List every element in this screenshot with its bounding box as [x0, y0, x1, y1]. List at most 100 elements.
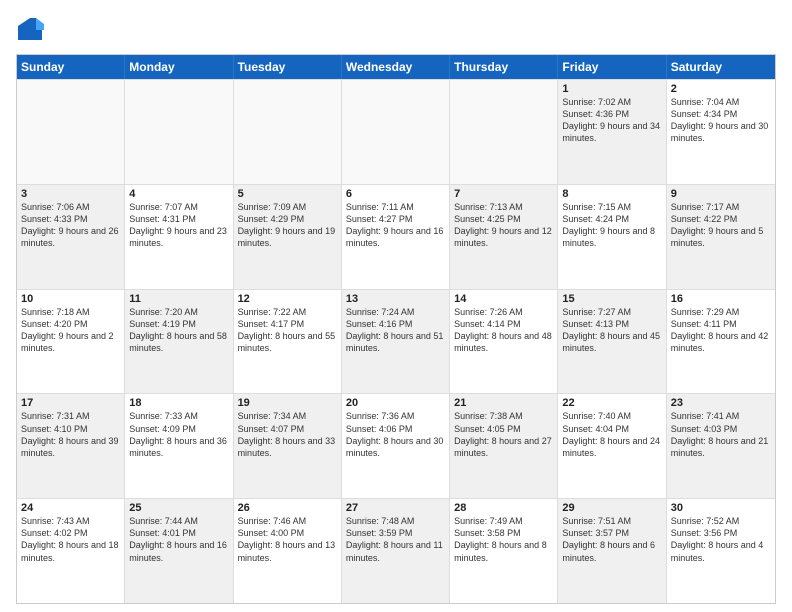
- day-number: 15: [562, 293, 661, 305]
- day-number: 28: [454, 502, 553, 514]
- cal-cell-day-21: 21Sunrise: 7:38 AM Sunset: 4:05 PM Dayli…: [450, 394, 558, 498]
- day-number: 23: [671, 397, 771, 409]
- cal-header-thursday: Thursday: [450, 55, 558, 79]
- cell-daylight-info: Sunrise: 7:17 AM Sunset: 4:22 PM Dayligh…: [671, 201, 771, 250]
- cal-cell-day-18: 18Sunrise: 7:33 AM Sunset: 4:09 PM Dayli…: [125, 394, 233, 498]
- cal-cell-day-6: 6Sunrise: 7:11 AM Sunset: 4:27 PM Daylig…: [342, 185, 450, 289]
- cell-daylight-info: Sunrise: 7:06 AM Sunset: 4:33 PM Dayligh…: [21, 201, 120, 250]
- day-number: 17: [21, 397, 120, 409]
- day-number: 20: [346, 397, 445, 409]
- cal-header-sunday: Sunday: [17, 55, 125, 79]
- cal-row-4: 24Sunrise: 7:43 AM Sunset: 4:02 PM Dayli…: [17, 498, 775, 603]
- cal-cell-day-9: 9Sunrise: 7:17 AM Sunset: 4:22 PM Daylig…: [667, 185, 775, 289]
- day-number: 11: [129, 293, 228, 305]
- cell-daylight-info: Sunrise: 7:26 AM Sunset: 4:14 PM Dayligh…: [454, 306, 553, 355]
- day-number: 16: [671, 293, 771, 305]
- cal-cell-day-15: 15Sunrise: 7:27 AM Sunset: 4:13 PM Dayli…: [558, 290, 666, 394]
- cal-cell-empty-0-1: [125, 80, 233, 184]
- cell-daylight-info: Sunrise: 7:11 AM Sunset: 4:27 PM Dayligh…: [346, 201, 445, 250]
- day-number: 3: [21, 188, 120, 200]
- logo: [16, 16, 48, 44]
- cal-cell-day-5: 5Sunrise: 7:09 AM Sunset: 4:29 PM Daylig…: [234, 185, 342, 289]
- cal-row-2: 10Sunrise: 7:18 AM Sunset: 4:20 PM Dayli…: [17, 289, 775, 394]
- cal-cell-day-12: 12Sunrise: 7:22 AM Sunset: 4:17 PM Dayli…: [234, 290, 342, 394]
- cal-cell-day-8: 8Sunrise: 7:15 AM Sunset: 4:24 PM Daylig…: [558, 185, 666, 289]
- cal-cell-day-22: 22Sunrise: 7:40 AM Sunset: 4:04 PM Dayli…: [558, 394, 666, 498]
- day-number: 14: [454, 293, 553, 305]
- cal-cell-day-30: 30Sunrise: 7:52 AM Sunset: 3:56 PM Dayli…: [667, 499, 775, 603]
- cell-daylight-info: Sunrise: 7:43 AM Sunset: 4:02 PM Dayligh…: [21, 515, 120, 564]
- cal-cell-day-10: 10Sunrise: 7:18 AM Sunset: 4:20 PM Dayli…: [17, 290, 125, 394]
- day-number: 18: [129, 397, 228, 409]
- cell-daylight-info: Sunrise: 7:51 AM Sunset: 3:57 PM Dayligh…: [562, 515, 661, 564]
- cal-cell-day-13: 13Sunrise: 7:24 AM Sunset: 4:16 PM Dayli…: [342, 290, 450, 394]
- cal-cell-day-4: 4Sunrise: 7:07 AM Sunset: 4:31 PM Daylig…: [125, 185, 233, 289]
- day-number: 2: [671, 83, 771, 95]
- day-number: 21: [454, 397, 553, 409]
- calendar-body: 1Sunrise: 7:02 AM Sunset: 4:36 PM Daylig…: [17, 79, 775, 603]
- cal-cell-day-1: 1Sunrise: 7:02 AM Sunset: 4:36 PM Daylig…: [558, 80, 666, 184]
- cell-daylight-info: Sunrise: 7:48 AM Sunset: 3:59 PM Dayligh…: [346, 515, 445, 564]
- cell-daylight-info: Sunrise: 7:15 AM Sunset: 4:24 PM Dayligh…: [562, 201, 661, 250]
- cell-daylight-info: Sunrise: 7:44 AM Sunset: 4:01 PM Dayligh…: [129, 515, 228, 564]
- cell-daylight-info: Sunrise: 7:29 AM Sunset: 4:11 PM Dayligh…: [671, 306, 771, 355]
- cal-cell-day-14: 14Sunrise: 7:26 AM Sunset: 4:14 PM Dayli…: [450, 290, 558, 394]
- day-number: 19: [238, 397, 337, 409]
- cal-cell-day-24: 24Sunrise: 7:43 AM Sunset: 4:02 PM Dayli…: [17, 499, 125, 603]
- page: SundayMondayTuesdayWednesdayThursdayFrid…: [0, 0, 792, 612]
- day-number: 8: [562, 188, 661, 200]
- cal-row-1: 3Sunrise: 7:06 AM Sunset: 4:33 PM Daylig…: [17, 184, 775, 289]
- cell-daylight-info: Sunrise: 7:24 AM Sunset: 4:16 PM Dayligh…: [346, 306, 445, 355]
- header: [16, 16, 776, 44]
- day-number: 30: [671, 502, 771, 514]
- cal-cell-day-29: 29Sunrise: 7:51 AM Sunset: 3:57 PM Dayli…: [558, 499, 666, 603]
- cal-cell-empty-0-3: [342, 80, 450, 184]
- cal-header-saturday: Saturday: [667, 55, 775, 79]
- cal-header-monday: Monday: [125, 55, 233, 79]
- cell-daylight-info: Sunrise: 7:36 AM Sunset: 4:06 PM Dayligh…: [346, 410, 445, 459]
- cell-daylight-info: Sunrise: 7:22 AM Sunset: 4:17 PM Dayligh…: [238, 306, 337, 355]
- cell-daylight-info: Sunrise: 7:52 AM Sunset: 3:56 PM Dayligh…: [671, 515, 771, 564]
- day-number: 29: [562, 502, 661, 514]
- day-number: 9: [671, 188, 771, 200]
- cell-daylight-info: Sunrise: 7:40 AM Sunset: 4:04 PM Dayligh…: [562, 410, 661, 459]
- cal-cell-day-2: 2Sunrise: 7:04 AM Sunset: 4:34 PM Daylig…: [667, 80, 775, 184]
- calendar: SundayMondayTuesdayWednesdayThursdayFrid…: [16, 54, 776, 604]
- cell-daylight-info: Sunrise: 7:27 AM Sunset: 4:13 PM Dayligh…: [562, 306, 661, 355]
- cell-daylight-info: Sunrise: 7:46 AM Sunset: 4:00 PM Dayligh…: [238, 515, 337, 564]
- cal-header-friday: Friday: [558, 55, 666, 79]
- day-number: 12: [238, 293, 337, 305]
- cell-daylight-info: Sunrise: 7:07 AM Sunset: 4:31 PM Dayligh…: [129, 201, 228, 250]
- cal-cell-day-26: 26Sunrise: 7:46 AM Sunset: 4:00 PM Dayli…: [234, 499, 342, 603]
- cal-cell-day-7: 7Sunrise: 7:13 AM Sunset: 4:25 PM Daylig…: [450, 185, 558, 289]
- logo-icon: [16, 16, 44, 44]
- cal-cell-day-20: 20Sunrise: 7:36 AM Sunset: 4:06 PM Dayli…: [342, 394, 450, 498]
- cell-daylight-info: Sunrise: 7:38 AM Sunset: 4:05 PM Dayligh…: [454, 410, 553, 459]
- cell-daylight-info: Sunrise: 7:34 AM Sunset: 4:07 PM Dayligh…: [238, 410, 337, 459]
- cell-daylight-info: Sunrise: 7:41 AM Sunset: 4:03 PM Dayligh…: [671, 410, 771, 459]
- cell-daylight-info: Sunrise: 7:33 AM Sunset: 4:09 PM Dayligh…: [129, 410, 228, 459]
- cal-cell-day-17: 17Sunrise: 7:31 AM Sunset: 4:10 PM Dayli…: [17, 394, 125, 498]
- calendar-header-row: SundayMondayTuesdayWednesdayThursdayFrid…: [17, 55, 775, 79]
- day-number: 24: [21, 502, 120, 514]
- cell-daylight-info: Sunrise: 7:49 AM Sunset: 3:58 PM Dayligh…: [454, 515, 553, 564]
- cal-row-0: 1Sunrise: 7:02 AM Sunset: 4:36 PM Daylig…: [17, 79, 775, 184]
- cell-daylight-info: Sunrise: 7:20 AM Sunset: 4:19 PM Dayligh…: [129, 306, 228, 355]
- day-number: 22: [562, 397, 661, 409]
- day-number: 7: [454, 188, 553, 200]
- day-number: 25: [129, 502, 228, 514]
- cal-cell-day-3: 3Sunrise: 7:06 AM Sunset: 4:33 PM Daylig…: [17, 185, 125, 289]
- day-number: 1: [562, 83, 661, 95]
- day-number: 10: [21, 293, 120, 305]
- cal-row-3: 17Sunrise: 7:31 AM Sunset: 4:10 PM Dayli…: [17, 393, 775, 498]
- day-number: 26: [238, 502, 337, 514]
- cal-cell-day-28: 28Sunrise: 7:49 AM Sunset: 3:58 PM Dayli…: [450, 499, 558, 603]
- cal-cell-day-25: 25Sunrise: 7:44 AM Sunset: 4:01 PM Dayli…: [125, 499, 233, 603]
- cell-daylight-info: Sunrise: 7:13 AM Sunset: 4:25 PM Dayligh…: [454, 201, 553, 250]
- cal-cell-empty-0-0: [17, 80, 125, 184]
- cal-cell-day-27: 27Sunrise: 7:48 AM Sunset: 3:59 PM Dayli…: [342, 499, 450, 603]
- cell-daylight-info: Sunrise: 7:04 AM Sunset: 4:34 PM Dayligh…: [671, 96, 771, 145]
- day-number: 13: [346, 293, 445, 305]
- cell-daylight-info: Sunrise: 7:18 AM Sunset: 4:20 PM Dayligh…: [21, 306, 120, 355]
- cal-cell-empty-0-4: [450, 80, 558, 184]
